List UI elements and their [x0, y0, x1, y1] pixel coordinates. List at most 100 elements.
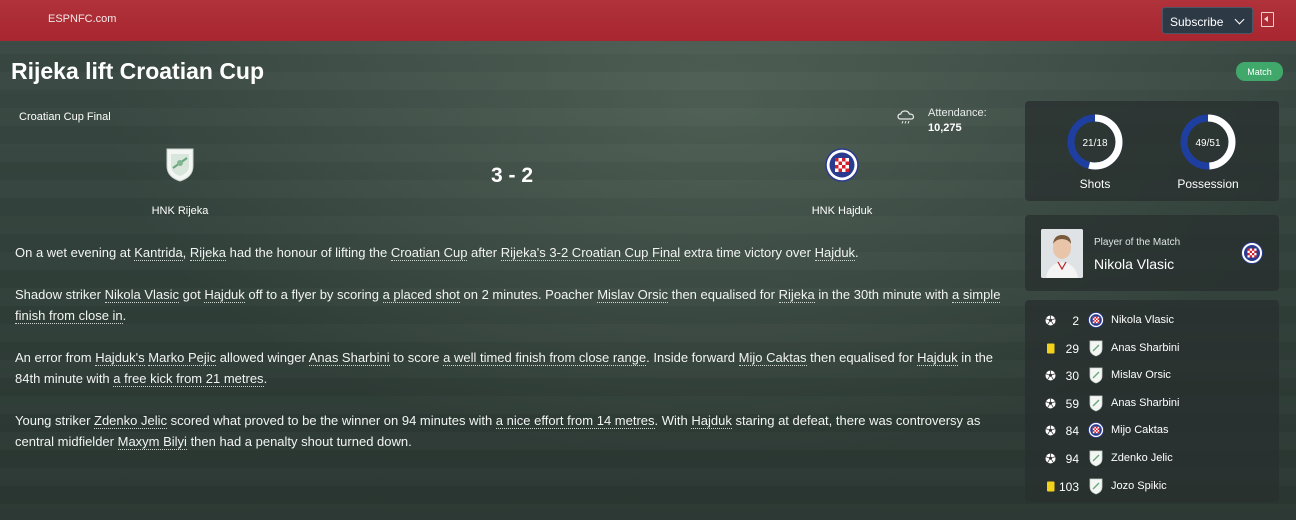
report-text: on 2 minutes. Poacher	[459, 287, 598, 302]
shots-label: Shots	[1079, 177, 1111, 191]
match-event-row[interactable]: 59 Anas Sharbini	[1025, 394, 1279, 414]
report-paragraph: An error from Hajduk's Marko Pejic allow…	[15, 347, 1005, 389]
report-link[interactable]: Hajduk	[814, 245, 856, 261]
rijeka-crest-icon	[1088, 340, 1104, 357]
report-text: ,	[182, 245, 190, 260]
rijeka-crest-icon[interactable]	[163, 146, 197, 182]
event-player-name[interactable]: Jozo Spikic	[1111, 480, 1167, 492]
report-text: extra time victory over	[680, 245, 815, 260]
report-text: to score	[389, 350, 444, 365]
yellow-card-icon	[1045, 343, 1056, 354]
match-event-row[interactable]: 94 Zdenko Jelic	[1025, 449, 1279, 469]
match-event-row[interactable]: 29 Anas Sharbini	[1025, 339, 1279, 359]
match-stats-panel: 21/18 Shots 49/51 Possession	[1025, 101, 1279, 201]
ball-icon	[1045, 453, 1056, 464]
report-text: .	[855, 245, 859, 260]
report-link[interactable]: Kantrida	[134, 245, 183, 261]
hajduk-crest-icon	[1088, 312, 1104, 329]
report-link[interactable]: Marko Pejic	[148, 350, 217, 366]
event-minute: 29	[1065, 341, 1079, 356]
report-text: Young striker	[15, 413, 95, 428]
report-link[interactable]: Rijeka	[778, 287, 815, 303]
report-link[interactable]: Maxym Bilyi	[117, 434, 187, 450]
report-text: got	[179, 287, 205, 302]
page-title: Rijeka lift Croatian Cup	[11, 58, 265, 84]
event-player-name[interactable]: Nikola Vlasic	[1111, 314, 1174, 326]
event-player-name[interactable]: Zdenko Jelic	[1111, 452, 1173, 464]
shots-value-text: 21/18	[1082, 138, 1107, 149]
report-text: then had a penalty shout turned down.	[186, 434, 412, 449]
event-player-name[interactable]: Mislav Orsic	[1111, 369, 1171, 381]
report-text: .	[122, 308, 127, 323]
rijeka-crest-icon	[1088, 450, 1104, 467]
collapse-panel-icon[interactable]	[1261, 12, 1274, 27]
subscribe-label: Subscribe	[1170, 15, 1224, 29]
report-text: Shadow striker	[15, 287, 105, 302]
report-text: . Inside forward	[646, 350, 739, 365]
report-link[interactable]: Croatian Cup	[390, 245, 468, 261]
hajduk-crest-icon[interactable]	[825, 147, 859, 183]
report-link[interactable]: a nice effort from 14 metres	[495, 413, 655, 429]
report-text: then equalised for	[806, 350, 918, 365]
player-of-match-label: Player of the Match	[1094, 237, 1181, 248]
player-photo	[1041, 229, 1083, 278]
report-link[interactable]: a well timed finish from close range	[443, 350, 647, 366]
report-link[interactable]: Rijeka's 3-2 Croatian Cup Final	[500, 245, 681, 261]
hajduk-crest-icon	[1241, 242, 1263, 264]
player-of-match-panel[interactable]: Player of the Match Nikola Vlasic	[1025, 215, 1279, 291]
report-link[interactable]: Mislav Orsic	[597, 287, 668, 303]
report-text: off to a flyer by scoring	[244, 287, 383, 302]
brand-label: ESPNFC.com	[48, 13, 117, 25]
report-link[interactable]: Nikola Vlasic	[104, 287, 180, 303]
ball-icon	[1045, 370, 1056, 381]
report-link[interactable]: Hajduk	[204, 287, 245, 303]
match-event-row[interactable]: 30 Mislav Orsic	[1025, 366, 1279, 386]
report-paragraph: On a wet evening at Kantrida, Rijeka had…	[15, 242, 1005, 263]
rijeka-crest-icon	[1088, 367, 1104, 384]
report-text: allowed winger	[216, 350, 309, 365]
report-text: had the honour of lifting the	[226, 245, 391, 260]
top-bar: ESPNFC.com Subscribe	[0, 0, 1296, 41]
match-report: On a wet evening at Kantrida, Rijeka had…	[15, 242, 1005, 473]
yellow-card-icon	[1045, 481, 1056, 492]
match-event-row[interactable]: 2 Nikola Vlasic	[1025, 311, 1279, 331]
shots-donut-chart: 21/18	[1067, 114, 1123, 170]
event-player-name[interactable]: Mijo Caktas	[1111, 424, 1168, 436]
possession-value-text: 49/51	[1195, 138, 1220, 149]
report-link[interactable]: Zdenko Jelic	[94, 413, 167, 429]
report-paragraph: Shadow striker Nikola Vlasic got Hajduk …	[15, 284, 1005, 326]
player-of-match-name[interactable]: Nikola Vlasic	[1094, 256, 1174, 272]
report-link[interactable]: Rijeka	[189, 245, 227, 261]
report-link[interactable]: a free kick from 21 metres	[113, 371, 264, 387]
match-event-row[interactable]: 103 Jozo Spikic	[1025, 477, 1279, 497]
subscribe-button[interactable]: Subscribe	[1162, 7, 1253, 34]
match-event-row[interactable]: 84 Mijo Caktas	[1025, 421, 1279, 441]
event-minute: 59	[1065, 396, 1079, 411]
report-text: . With	[654, 413, 692, 428]
report-text: scored what proved to be the winner on 9…	[167, 413, 496, 428]
home-team-name[interactable]: HNK Rijeka	[120, 205, 240, 217]
event-minute: 94	[1065, 452, 1079, 466]
report-link[interactable]: a placed shot	[382, 287, 460, 303]
report-link[interactable]: Mijo Caktas	[738, 350, 807, 366]
possession-label: Possession	[1177, 177, 1239, 191]
match-score: 3 - 2	[490, 164, 534, 187]
report-text: then equalised for	[668, 287, 779, 302]
rain-cloud-icon	[897, 110, 915, 124]
match-badge[interactable]: Match	[1236, 62, 1283, 81]
competition-name: Croatian Cup Final	[19, 111, 111, 123]
report-link[interactable]: Hajduk	[691, 413, 732, 429]
attendance-label: Attendance:	[928, 107, 987, 119]
ball-icon	[1045, 425, 1056, 436]
report-link[interactable]: Hajduk	[917, 350, 958, 366]
report-link[interactable]: Anas Sharbini	[308, 350, 390, 366]
rijeka-crest-icon	[1088, 395, 1104, 412]
event-player-name[interactable]: Anas Sharbini	[1111, 397, 1180, 409]
event-minute: 30	[1065, 369, 1079, 384]
away-team-name[interactable]: HNK Hajduk	[782, 205, 902, 217]
rijeka-crest-icon	[1088, 478, 1104, 495]
report-text: .	[263, 371, 268, 386]
event-player-name[interactable]: Anas Sharbini	[1111, 342, 1180, 354]
event-minute: 103	[1059, 479, 1080, 494]
report-link[interactable]: Hajduk's	[95, 350, 145, 366]
